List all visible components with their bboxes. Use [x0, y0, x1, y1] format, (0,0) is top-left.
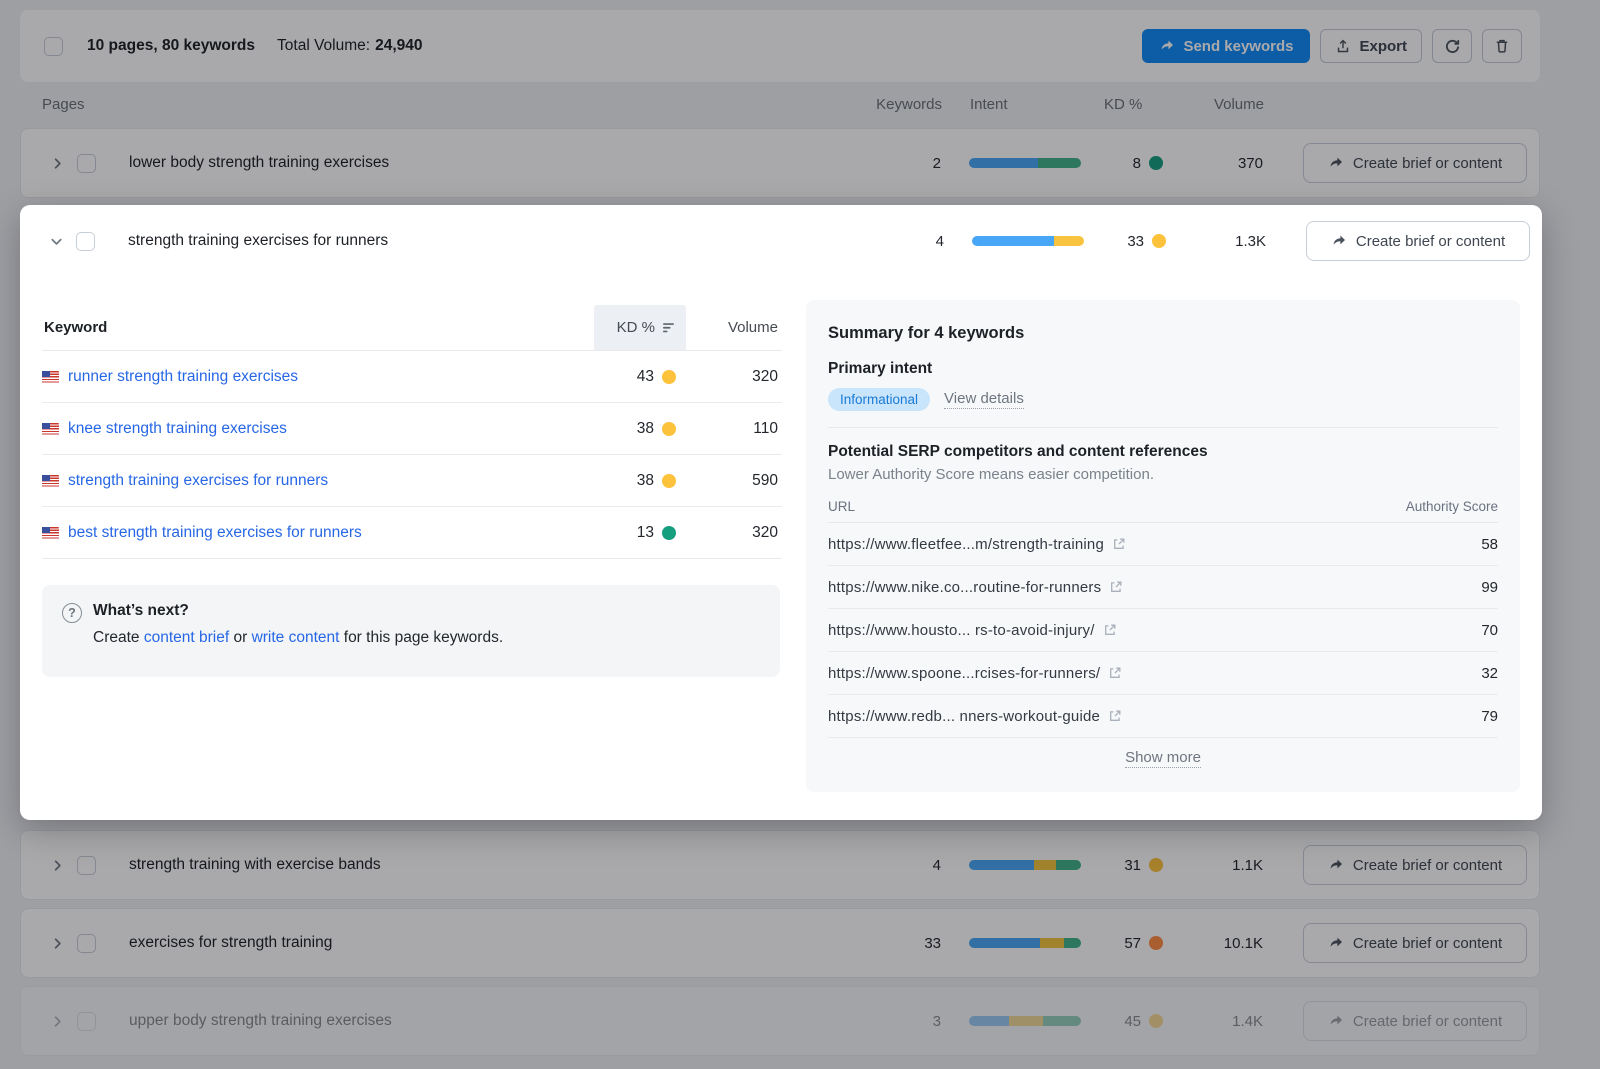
keyword-row: best strength training exercises for run… [42, 507, 782, 559]
keyword-link[interactable]: runner strength training exercises [68, 368, 298, 386]
whats-next-panel: ? What’s next? Create content brief or w… [42, 585, 780, 677]
external-link-icon[interactable] [1109, 580, 1123, 594]
kd-dot [1152, 234, 1166, 248]
kd-dot [662, 370, 676, 384]
external-link-icon[interactable] [1108, 709, 1122, 723]
keyword-strategy-page: 10 pages, 80 keywords Total Volume:24,94… [0, 0, 1600, 1069]
us-flag-icon [42, 371, 59, 383]
whats-next-text: Create content brief or write content fo… [93, 629, 503, 647]
authority-score: 70 [1378, 622, 1498, 639]
competitor-row: https://www.spoone...rcises-for-runners/… [828, 652, 1498, 695]
keyword-row: strength training exercises for runners … [42, 455, 782, 507]
volume-value: 320 [686, 524, 782, 542]
keyword-link[interactable]: strength training exercises for runners [68, 472, 328, 490]
kd-value: 38 [594, 420, 686, 438]
summary-title: Summary for 4 keywords [828, 324, 1498, 343]
sort-descending-icon [662, 322, 676, 334]
create-arrow-icon [1331, 233, 1347, 249]
kd-column-header-sorted[interactable]: KD % [594, 305, 686, 350]
summary-panel: Summary for 4 keywords Primary intent In… [806, 300, 1520, 792]
kd-value: 38 [594, 472, 686, 490]
competitor-table-header: URL Authority Score [828, 491, 1498, 523]
keyword-row: knee strength training exercises 38 110 [42, 403, 782, 455]
kd-dot [662, 474, 676, 488]
us-flag-icon [42, 423, 59, 435]
competitor-row: https://www.nike.co...routine-for-runner… [828, 566, 1498, 609]
intent-bar [944, 236, 1094, 246]
volume-value: 1.3K [1172, 233, 1282, 250]
divider [828, 427, 1498, 428]
competitor-url: https://www.nike.co...routine-for-runner… [828, 579, 1101, 596]
us-flag-icon [42, 475, 59, 487]
competitor-url: https://www.redb... nners-workout-guide [828, 708, 1100, 725]
keyword-link[interactable]: knee strength training exercises [68, 420, 287, 438]
kd-value: 43 [594, 368, 686, 386]
serp-competitors-title: Potential SERP competitors and content r… [828, 443, 1498, 461]
authority-score: 58 [1378, 536, 1498, 553]
us-flag-icon [42, 527, 59, 539]
create-brief-button[interactable]: Create brief or content [1306, 221, 1530, 261]
show-more-link[interactable]: Show more [1125, 749, 1201, 768]
competitor-url: https://www.spoone...rcises-for-runners/ [828, 665, 1100, 682]
write-content-link[interactable]: write content [252, 629, 340, 646]
intent-badge: Informational [828, 388, 930, 411]
keyword-column-header: Keyword [42, 319, 594, 336]
competitor-url: https://www.fleetfee...m/strength-traini… [828, 536, 1104, 553]
volume-value: 320 [686, 368, 782, 386]
competitor-row: https://www.redb... nners-workout-guide … [828, 695, 1498, 738]
volume-value: 590 [686, 472, 782, 490]
serp-competitors-subtitle: Lower Authority Score means easier compe… [828, 466, 1498, 483]
external-link-icon[interactable] [1103, 623, 1117, 637]
external-link-icon[interactable] [1108, 666, 1122, 680]
competitor-url: https://www.housto... rs-to-avoid-injury… [828, 622, 1095, 639]
url-column-header: URL [828, 499, 1378, 514]
external-link-icon[interactable] [1112, 537, 1126, 551]
collapse-chevron-down-icon[interactable] [36, 234, 76, 249]
volume-value: 110 [686, 420, 782, 438]
keyword-link[interactable]: best strength training exercises for run… [68, 524, 362, 542]
keywords-count: 4 [854, 233, 944, 250]
expanded-page-card: strength training exercises for runners … [20, 205, 1542, 820]
authority-score: 79 [1378, 708, 1498, 725]
content-brief-link[interactable]: content brief [144, 629, 229, 646]
kd-dot [662, 422, 676, 436]
competitor-row: https://www.housto... rs-to-avoid-injury… [828, 609, 1498, 652]
page-row-expanded[interactable]: strength training exercises for runners … [20, 205, 1542, 277]
kd-dot [662, 526, 676, 540]
keyword-table: Keyword KD % Volume runner strength trai… [42, 305, 782, 559]
kd-value: 13 [594, 524, 686, 542]
authority-score: 99 [1378, 579, 1498, 596]
whats-next-title: What’s next? [93, 602, 503, 620]
help-question-icon: ? [62, 603, 82, 623]
view-details-link[interactable]: View details [944, 390, 1024, 409]
volume-column-header: Volume [686, 319, 782, 336]
kd-value: 33 [1094, 233, 1172, 250]
primary-intent-label: Primary intent [828, 360, 1498, 378]
page-title: strength training exercises for runners [120, 232, 854, 250]
keyword-row: runner strength training exercises 43 32… [42, 351, 782, 403]
row-checkbox[interactable] [76, 232, 95, 251]
authority-score-column-header: Authority Score [1378, 499, 1498, 514]
competitor-row: https://www.fleetfee...m/strength-traini… [828, 523, 1498, 566]
authority-score: 32 [1378, 665, 1498, 682]
